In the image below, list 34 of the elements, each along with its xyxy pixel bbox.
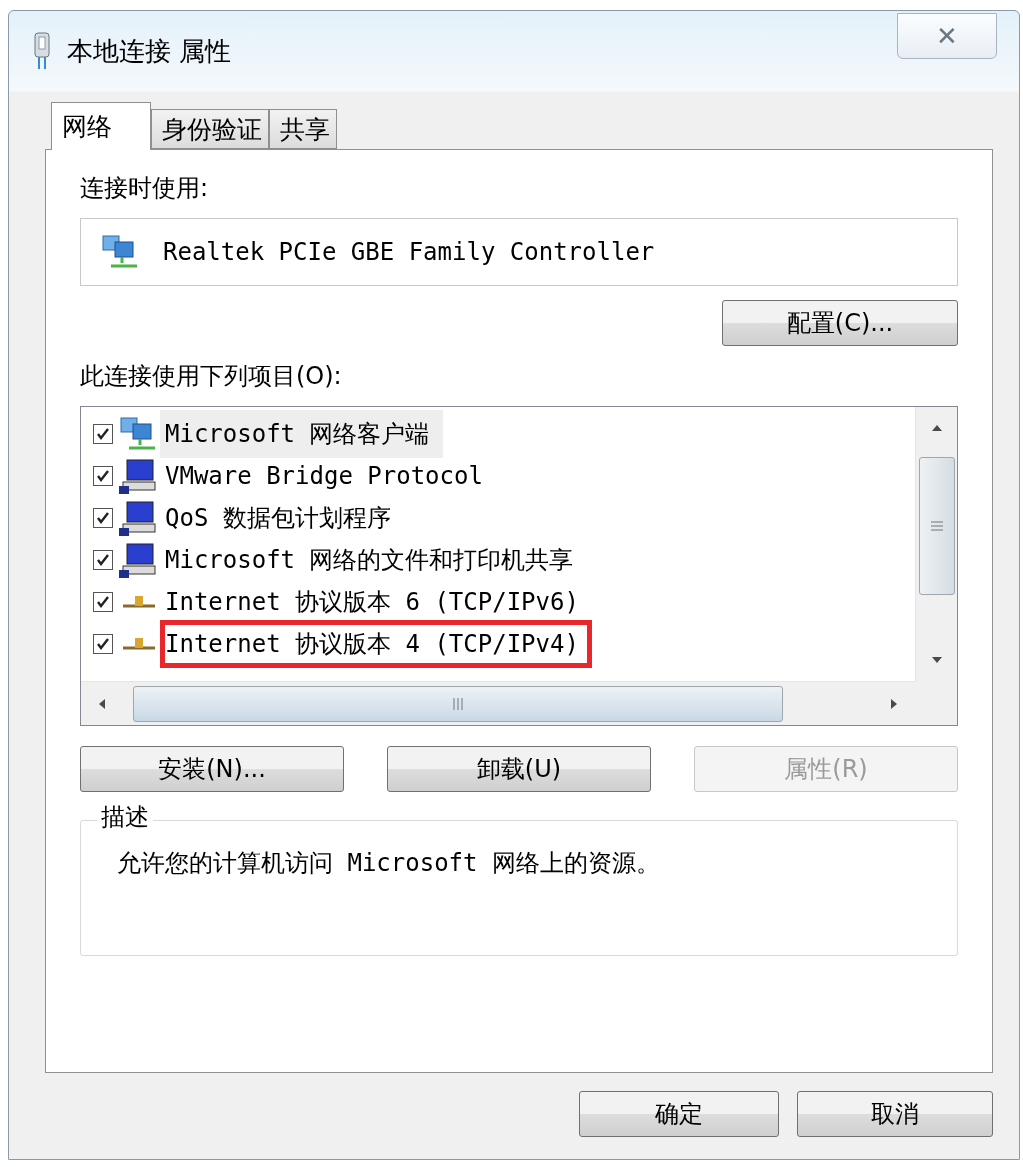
action-button[interactable]: 安装(N)... <box>80 746 344 792</box>
checkbox[interactable] <box>93 466 113 486</box>
window-title: 本地连接 属性 <box>67 34 233 68</box>
checkbox[interactable] <box>93 634 113 654</box>
dialog-button[interactable]: 确定 <box>579 1091 779 1137</box>
adapter-name: Realtek PCIe GBE Family Controller <box>163 238 655 266</box>
tab[interactable]: 网络 <box>51 102 151 150</box>
section-label: 此连接使用下列项目(O): <box>80 361 343 392</box>
close-button[interactable]: ✕ <box>897 13 997 59</box>
checkbox[interactable] <box>93 424 113 444</box>
configure-button[interactable]: 配置(C)... <box>722 300 958 346</box>
grip-icon <box>929 520 944 532</box>
protocol-icon <box>123 638 155 650</box>
computer-icon <box>119 458 159 494</box>
checkbox[interactable] <box>93 550 113 570</box>
action-button[interactable]: 卸载(U) <box>387 746 651 792</box>
tab[interactable]: 身份验证 <box>151 109 269 149</box>
description-text: 允许您的计算机访问 Microsoft 网络上的资源。 <box>117 849 660 877</box>
list-item[interactable]: Microsoft 网络客户端 <box>160 410 443 458</box>
computer-icon <box>119 500 159 536</box>
computer-icon <box>119 542 159 578</box>
scrollbar-thumb[interactable] <box>918 457 955 595</box>
network-plug-icon <box>33 31 51 71</box>
horizontal-scrollbar[interactable] <box>81 681 915 725</box>
vertical-scrollbar[interactable] <box>915 407 957 681</box>
checkbox[interactable] <box>93 508 113 528</box>
dialog-button[interactable]: 取消 <box>797 1091 993 1137</box>
list-item[interactable]: Internet 协议版本 4 (TCP/IPv4) <box>160 620 592 668</box>
scrollbar-thumb[interactable] <box>133 685 783 722</box>
checkbox[interactable] <box>93 592 113 612</box>
section-label: 连接时使用: <box>80 173 210 204</box>
protocol-icon <box>123 596 155 608</box>
tab[interactable]: 共享 <box>269 109 337 149</box>
grip-icon <box>451 696 465 711</box>
